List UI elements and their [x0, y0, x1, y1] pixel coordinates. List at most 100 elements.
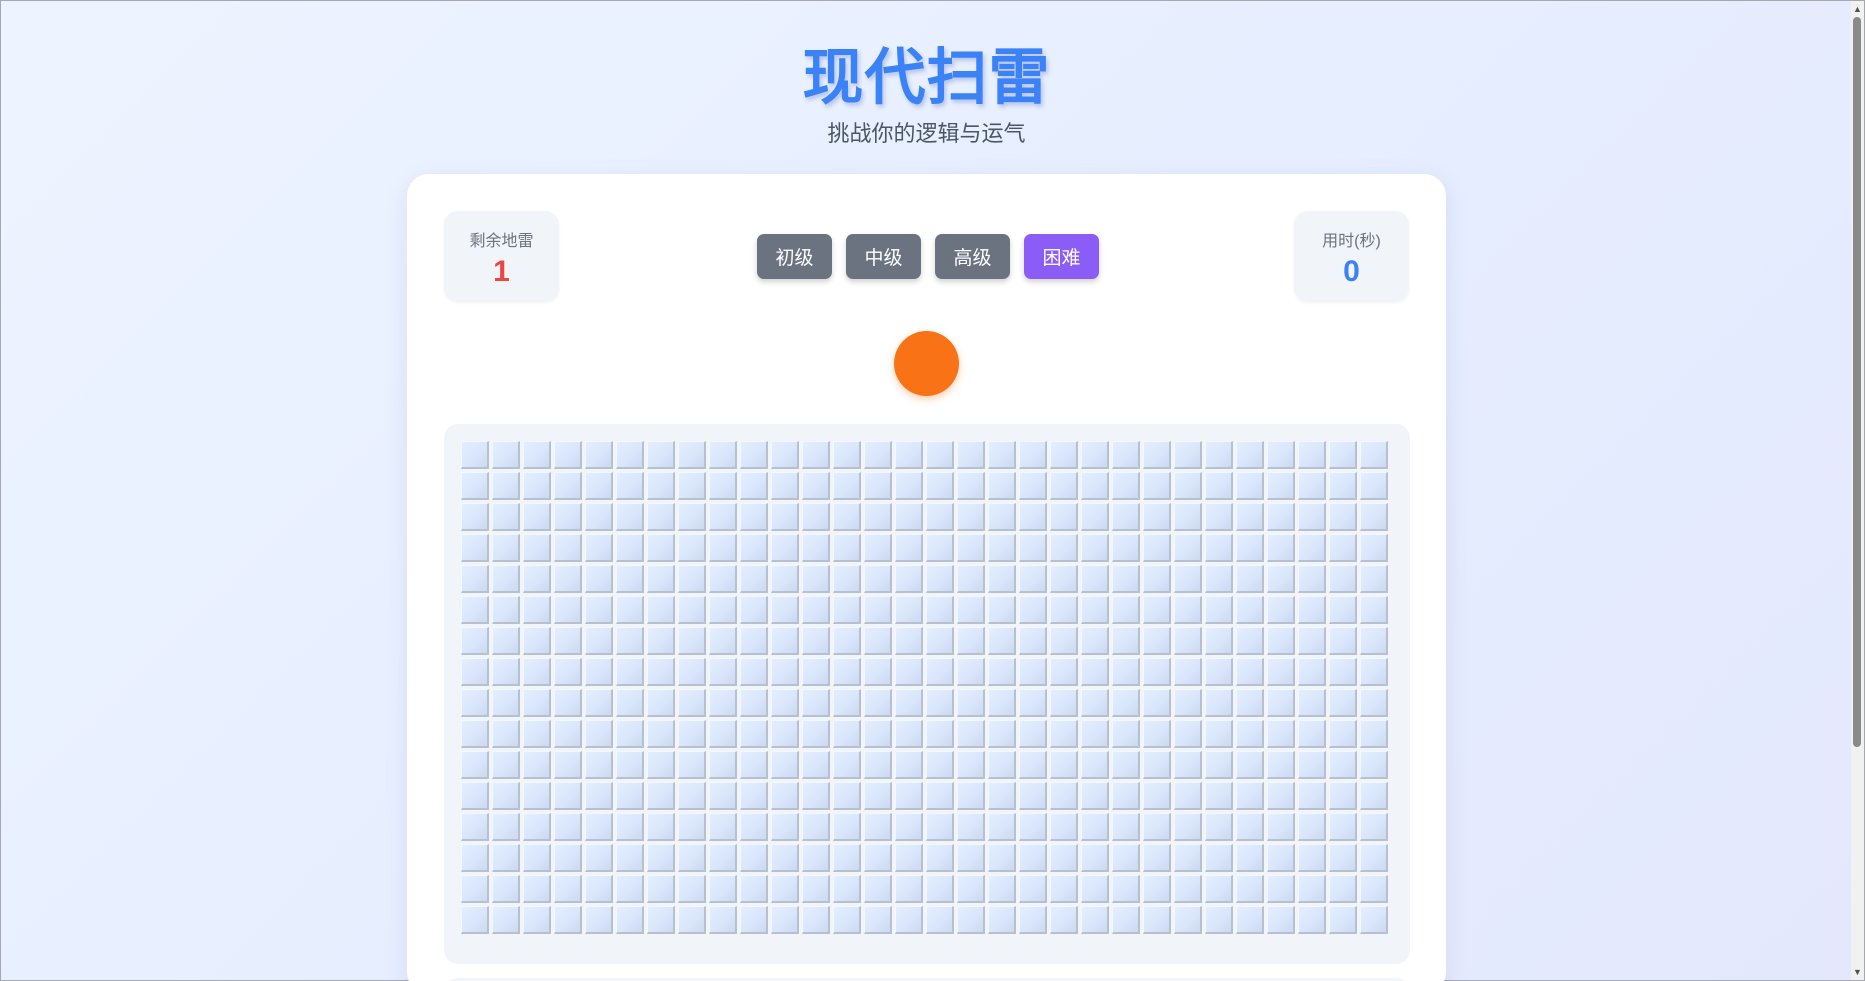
board-cell[interactable]	[802, 906, 830, 934]
board-cell[interactable]	[1298, 441, 1326, 469]
board-cell[interactable]	[740, 472, 768, 500]
board-cell[interactable]	[1236, 534, 1264, 562]
board-cell[interactable]	[802, 627, 830, 655]
board-cell[interactable]	[1267, 441, 1295, 469]
board-cell[interactable]	[1081, 875, 1109, 903]
board-cell[interactable]	[740, 751, 768, 779]
board-cell[interactable]	[1112, 503, 1140, 531]
board-cell[interactable]	[1112, 472, 1140, 500]
board-cell[interactable]	[492, 565, 520, 593]
board-cell[interactable]	[1081, 689, 1109, 717]
board-cell[interactable]	[492, 751, 520, 779]
board-cell[interactable]	[678, 472, 706, 500]
board-cell[interactable]	[1019, 689, 1047, 717]
board-cell[interactable]	[833, 503, 861, 531]
board-cell[interactable]	[926, 782, 954, 810]
board-cell[interactable]	[1174, 906, 1202, 934]
restart-face-button[interactable]	[894, 331, 959, 396]
board-cell[interactable]	[833, 844, 861, 872]
board-cell[interactable]	[1019, 534, 1047, 562]
board-cell[interactable]	[895, 534, 923, 562]
board-cell[interactable]	[895, 813, 923, 841]
board-cell[interactable]	[523, 472, 551, 500]
board-cell[interactable]	[585, 720, 613, 748]
board-cell[interactable]	[647, 689, 675, 717]
board-cell[interactable]	[1205, 565, 1233, 593]
board-cell[interactable]	[1112, 782, 1140, 810]
board-cell[interactable]	[523, 503, 551, 531]
board-cell[interactable]	[461, 503, 489, 531]
board-cell[interactable]	[554, 875, 582, 903]
board-cell[interactable]	[1298, 906, 1326, 934]
board-cell[interactable]	[554, 565, 582, 593]
board-cell[interactable]	[864, 782, 892, 810]
board-cell[interactable]	[740, 565, 768, 593]
board-cell[interactable]	[802, 658, 830, 686]
board-cell[interactable]	[1329, 627, 1357, 655]
board-cell[interactable]	[1267, 689, 1295, 717]
board-cell[interactable]	[709, 751, 737, 779]
board-cell[interactable]	[1267, 472, 1295, 500]
board-cell[interactable]	[957, 503, 985, 531]
board-cell[interactable]	[1360, 906, 1388, 934]
board-cell[interactable]	[802, 596, 830, 624]
board-cell[interactable]	[678, 534, 706, 562]
board-cell[interactable]	[771, 875, 799, 903]
board-cell[interactable]	[523, 441, 551, 469]
board-cell[interactable]	[1019, 875, 1047, 903]
board-cell[interactable]	[771, 906, 799, 934]
board-cell[interactable]	[1205, 906, 1233, 934]
board-cell[interactable]	[1360, 472, 1388, 500]
board-cell[interactable]	[988, 534, 1016, 562]
board-cell[interactable]	[864, 906, 892, 934]
board-cell[interactable]	[585, 844, 613, 872]
board-cell[interactable]	[802, 875, 830, 903]
board-cell[interactable]	[1050, 844, 1078, 872]
board-cell[interactable]	[740, 813, 768, 841]
board-cell[interactable]	[895, 782, 923, 810]
board-cell[interactable]	[492, 875, 520, 903]
board-cell[interactable]	[647, 503, 675, 531]
board-cell[interactable]	[1143, 472, 1171, 500]
board-cell[interactable]	[1174, 503, 1202, 531]
board-cell[interactable]	[1143, 720, 1171, 748]
board-cell[interactable]	[1298, 565, 1326, 593]
board-cell[interactable]	[709, 472, 737, 500]
board-cell[interactable]	[1236, 813, 1264, 841]
board-cell[interactable]	[1019, 441, 1047, 469]
board-cell[interactable]	[1112, 813, 1140, 841]
board-cell[interactable]	[1267, 813, 1295, 841]
board-cell[interactable]	[833, 689, 861, 717]
board-cell[interactable]	[1081, 472, 1109, 500]
board-cell[interactable]	[895, 875, 923, 903]
board-cell[interactable]	[1143, 813, 1171, 841]
board-cell[interactable]	[833, 813, 861, 841]
board-cell[interactable]	[771, 751, 799, 779]
board-cell[interactable]	[771, 689, 799, 717]
board-cell[interactable]	[461, 906, 489, 934]
board-cell[interactable]	[740, 875, 768, 903]
board-cell[interactable]	[1019, 844, 1047, 872]
board-cell[interactable]	[709, 720, 737, 748]
board-cell[interactable]	[771, 782, 799, 810]
board-cell[interactable]	[864, 689, 892, 717]
board-cell[interactable]	[1267, 720, 1295, 748]
board-cell[interactable]	[833, 906, 861, 934]
board-cell[interactable]	[492, 503, 520, 531]
board-cell[interactable]	[1298, 751, 1326, 779]
board-cell[interactable]	[461, 720, 489, 748]
board-cell[interactable]	[1081, 441, 1109, 469]
board-cell[interactable]	[1360, 596, 1388, 624]
board-cell[interactable]	[957, 472, 985, 500]
board-cell[interactable]	[585, 689, 613, 717]
board-cell[interactable]	[523, 844, 551, 872]
board-cell[interactable]	[709, 813, 737, 841]
board-cell[interactable]	[1081, 627, 1109, 655]
board-cell[interactable]	[1174, 472, 1202, 500]
board-cell[interactable]	[1081, 751, 1109, 779]
board-cell[interactable]	[988, 906, 1016, 934]
board-cell[interactable]	[864, 627, 892, 655]
board-cell[interactable]	[1019, 813, 1047, 841]
board-cell[interactable]	[1298, 596, 1326, 624]
board-cell[interactable]	[554, 751, 582, 779]
